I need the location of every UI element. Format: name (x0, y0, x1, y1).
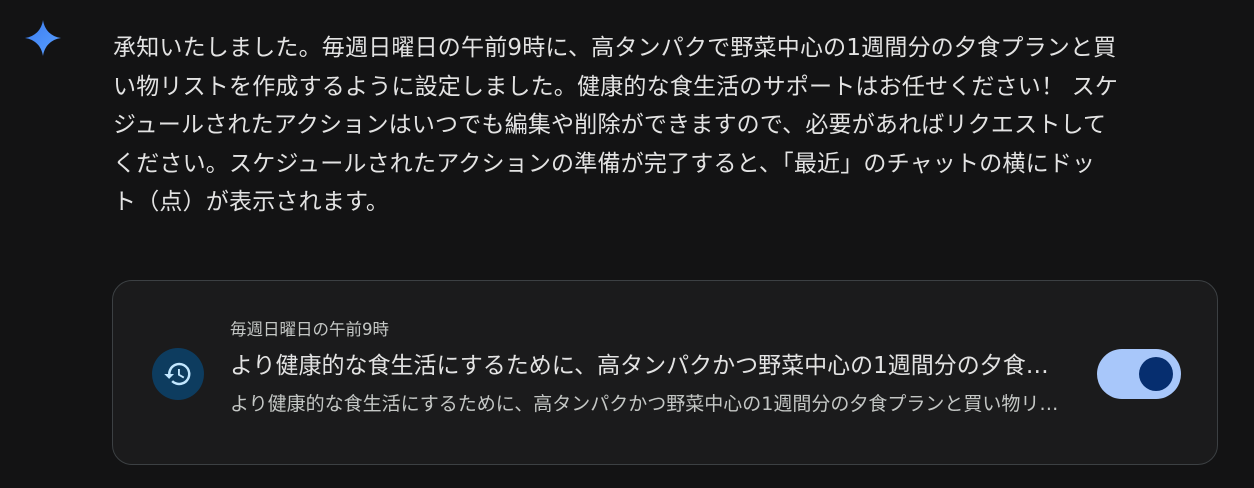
scheduled-action-text: 毎週日曜日の午前9時 より健康的な食生活にするために、高タンパクかつ野菜中心の1… (230, 319, 1070, 417)
scheduled-action-card[interactable]: 毎週日曜日の午前9時 より健康的な食生活にするために、高タンパクかつ野菜中心の1… (112, 280, 1218, 465)
scheduled-action-toggle[interactable] (1097, 349, 1181, 399)
message-line: 承知いたしました。毎週日曜日の午前9時に、高タンパクで野菜中心の1週間分の夕食プ… (113, 35, 1117, 61)
schedule-time: 毎週日曜日の午前9時 (230, 320, 389, 339)
message-line: ください。スケジュールされたアクションの準備が完了すると、「最近」のチャットの横… (113, 150, 1096, 177)
message-line: ト（点）が表示されます。 (113, 189, 390, 215)
chat-page: 承知いたしました。毎週日曜日の午前9時に、高タンパクで野菜中心の1週間分の夕食プ… (0, 0, 1254, 488)
message-line: い物リストを作成するように設定しました。健康的な食生活のサポートはお任せください… (113, 73, 1119, 100)
scheduled-action-title: より健康的な食生活にするために、高タンパクかつ野菜中心の1週間分の夕食プランと買… (230, 353, 1070, 379)
gemini-sparkle-icon (25, 20, 61, 56)
schedule-history-icon (152, 348, 204, 400)
scheduled-action-description: より健康的な食生活にするために、高タンパクかつ野菜中心の1週間分の夕食プランと買… (230, 393, 1070, 415)
message-line: ジュールされたアクションはいつでも編集や削除ができますので、必要があればリクエス… (113, 112, 1107, 138)
toggle-knob (1139, 357, 1173, 391)
assistant-message: 承知いたしました。毎週日曜日の午前9時に、高タンパクで野菜中心の1週間分の夕食プ… (113, 29, 1218, 222)
